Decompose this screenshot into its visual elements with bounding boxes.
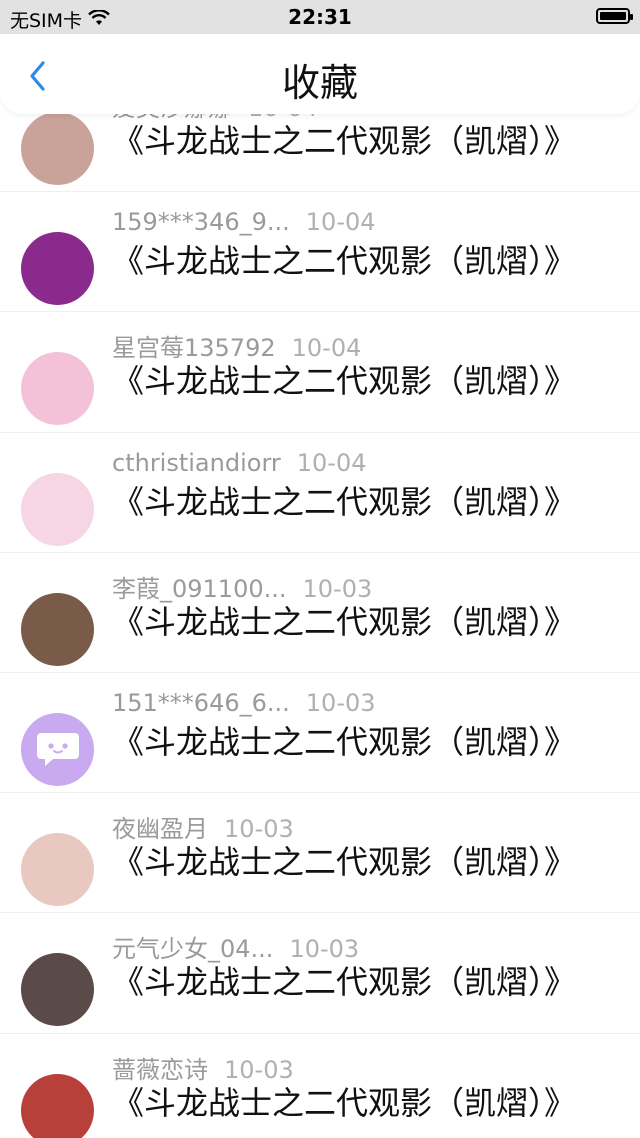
list-item[interactable]: 151***646_6... 10-03 《斗龙战士之二代观影（凯熠）》: [0, 673, 640, 794]
chat-bubble-icon: [36, 733, 79, 767]
avatar[interactable]: [21, 833, 94, 907]
item-meta: 151***646_6... 10-03: [112, 689, 376, 717]
list-item[interactable]: 夜幽盈月 10-03 《斗龙战士之二代观影（凯熠）》: [0, 793, 640, 914]
list-item[interactable]: 李葭_091100... 10-03 《斗龙战士之二代观影（凯熠）》: [0, 553, 640, 673]
item-username: 151***646_6...: [112, 688, 290, 717]
avatar[interactable]: [21, 592, 94, 666]
item-date: 10-04: [296, 448, 367, 477]
page-title: 收藏: [281, 61, 358, 105]
item-username: cthristiandiorr: [112, 448, 281, 477]
list-item[interactable]: 159***346_9... 10-04 《斗龙战士之二代观影（凯熠）》: [0, 192, 640, 313]
item-date: 10-04: [305, 208, 376, 237]
avatar[interactable]: [21, 712, 94, 786]
avatar[interactable]: [21, 232, 94, 306]
item-title: 《斗龙战士之二代观影（凯熠）》: [112, 362, 577, 401]
item-meta: 159***346_9... 10-04: [112, 208, 376, 236]
item-title: 《斗龙战士之二代观影（凯熠）》: [112, 482, 577, 521]
item-title: 《斗龙战士之二代观影（凯熠）》: [112, 963, 577, 1002]
item-meta: cthristiandiorr 10-04: [112, 449, 367, 477]
list-item[interactable]: cthristiandiorr 10-04 《斗龙战士之二代观影（凯熠）》: [0, 433, 640, 553]
item-title: 《斗龙战士之二代观影（凯熠）》: [112, 722, 577, 761]
list-item[interactable]: 蔷薇恋诗 10-03 《斗龙战士之二代观影（凯熠）》: [0, 1034, 640, 1138]
item-title: 《斗龙战士之二代观影（凯熠）》: [112, 1083, 577, 1122]
avatar[interactable]: [21, 112, 94, 185]
item-title: 《斗龙战士之二代观影（凯熠）》: [112, 122, 577, 160]
item-username: 159***346_9...: [112, 208, 290, 237]
avatar[interactable]: [21, 953, 94, 1027]
battery-icon: [596, 8, 633, 24]
avatar[interactable]: [21, 352, 94, 426]
item-title: 《斗龙战士之二代观影（凯熠）》: [112, 242, 577, 281]
item-title: 《斗龙战士之二代观影（凯熠）》: [112, 602, 577, 641]
status-bar: 无SIM卡 22:31: [0, 0, 640, 34]
avatar[interactable]: [21, 1073, 94, 1138]
navigation-bar: 收藏: [0, 34, 640, 114]
list-item[interactable]: 元气少女_04... 10-03 《斗龙战士之二代观影（凯熠）》: [0, 913, 640, 1034]
item-title: 《斗龙战士之二代观影（凯熠）》: [112, 843, 577, 882]
status-time: 22:31: [288, 5, 352, 29]
avatar[interactable]: [21, 472, 94, 546]
list-item[interactable]: 星宫莓135792 10-04 《斗龙战士之二代观影（凯熠）》: [0, 312, 640, 433]
item-date: 10-03: [305, 688, 376, 717]
favorites-list: 爱美沙娜娜10-04 《斗龙战士之二代观影（凯熠）》 159***346_9..…: [0, 96, 640, 1138]
